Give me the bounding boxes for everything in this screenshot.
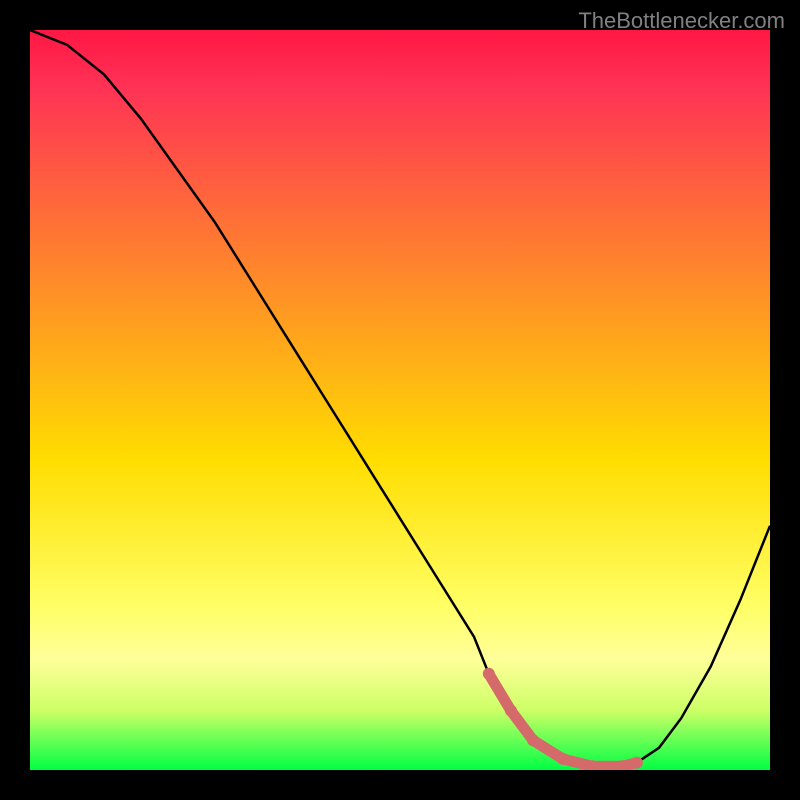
optimal-range-dots [483, 668, 643, 770]
bottleneck-curve-line [30, 30, 770, 766]
optimal-range-line [489, 674, 637, 767]
curve-group [30, 30, 770, 770]
optimal-dot [483, 668, 495, 680]
chart-container [30, 30, 770, 770]
optimal-dot [557, 753, 569, 765]
watermark-text: TheBottlenecker.com [578, 8, 785, 34]
optimal-dot [505, 705, 517, 717]
chart-svg [30, 30, 770, 770]
optimal-dot [631, 757, 643, 769]
optimal-dot [527, 734, 539, 746]
